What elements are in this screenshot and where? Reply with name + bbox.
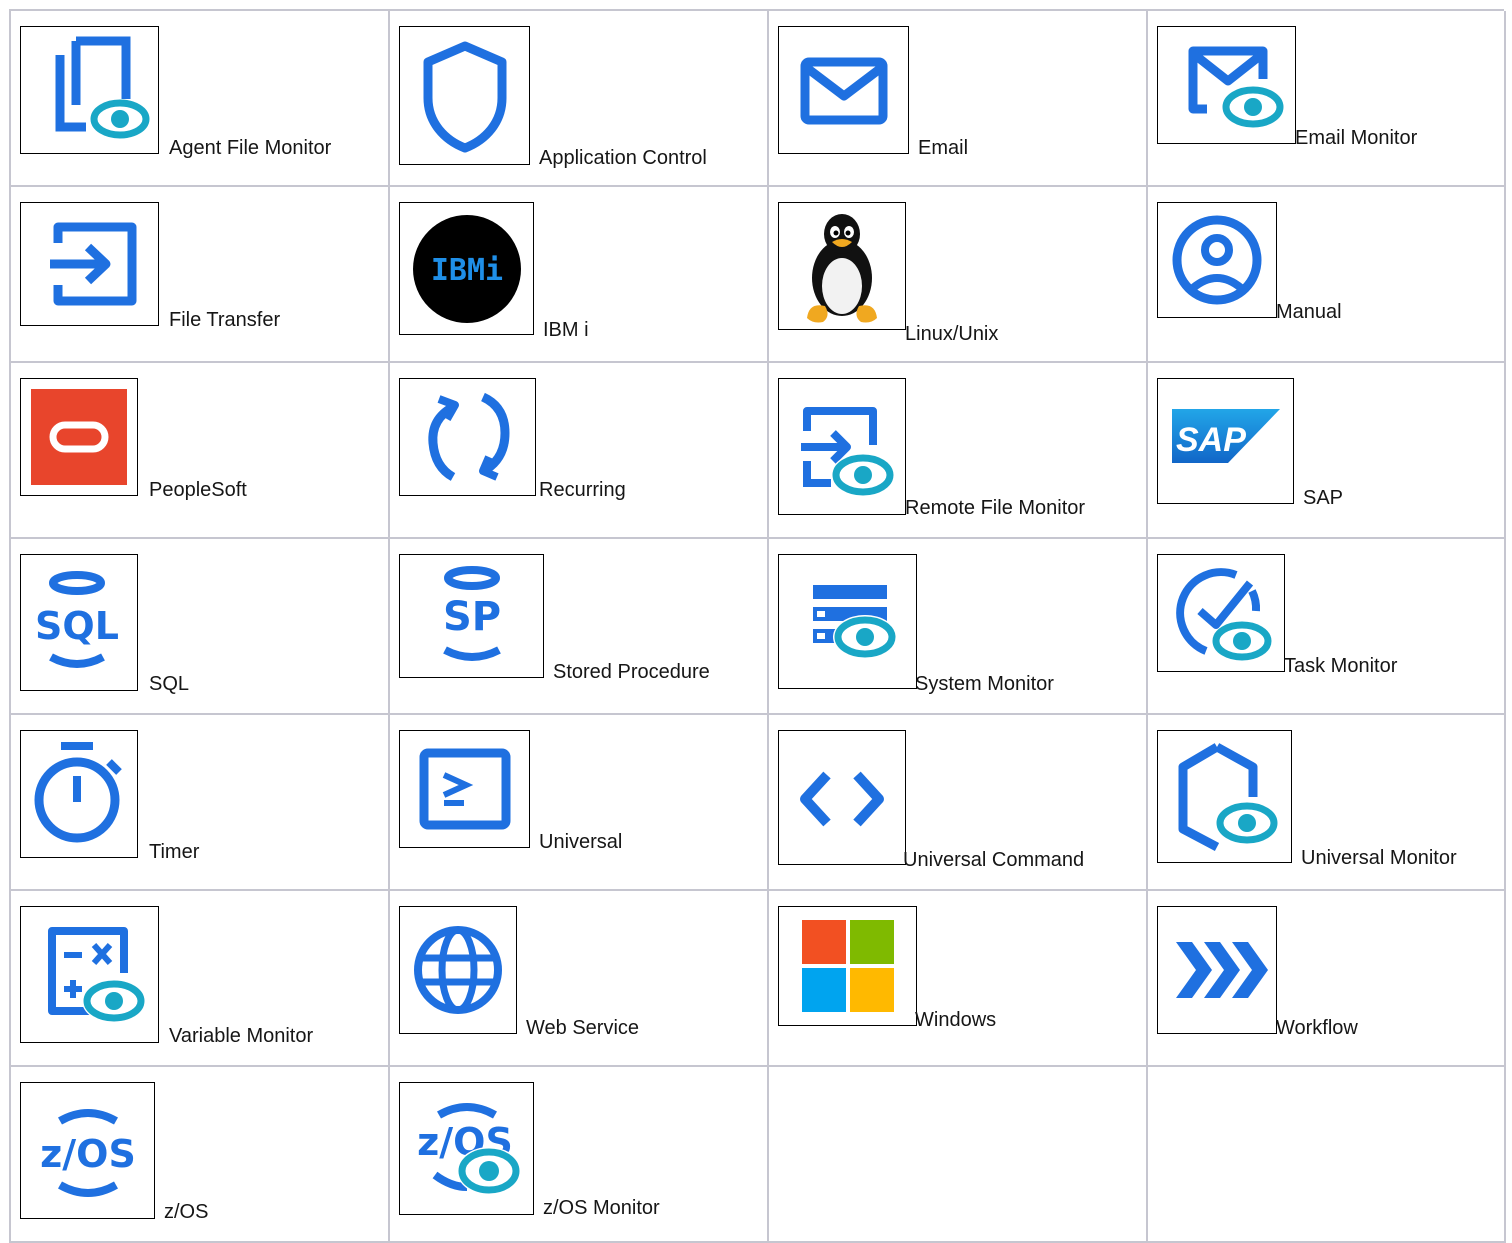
task-label: IBM i (543, 319, 589, 341)
task-cell-system-monitor: System Monitor (769, 539, 1148, 715)
web-service-globe-icon (399, 906, 517, 1034)
task-cell-stored-procedure: SP Stored Procedure (390, 539, 769, 715)
task-type-grid: Agent File Monitor Application Control E… (9, 9, 1506, 1243)
task-monitor-icon (1157, 554, 1285, 672)
task-cell-email: Email (769, 11, 1148, 187)
sap-logo-text: SAP (1176, 421, 1246, 459)
task-cell-universal-command: Universal Command (769, 715, 1148, 891)
task-cell-email-monitor: Email Monitor (1148, 11, 1506, 187)
agent-file-monitor-icon (20, 26, 159, 154)
task-label: Application Control (539, 147, 707, 169)
task-label: Workflow (1276, 1017, 1358, 1039)
universal-terminal-icon (399, 730, 530, 848)
task-cell-windows: Windows (769, 891, 1148, 1067)
task-label: Manual (1276, 301, 1342, 323)
task-cell-task-monitor: Task Monitor (1148, 539, 1506, 715)
email-monitor-icon (1157, 26, 1296, 144)
task-cell-linux-unix: Linux/Unix (769, 187, 1148, 363)
windows-logo-icon (778, 906, 917, 1026)
sap-logo-icon: SAP (1157, 378, 1294, 504)
task-cell-file-transfer: File Transfer (11, 187, 390, 363)
task-cell-universal: Universal (390, 715, 769, 891)
task-label: Web Service (526, 1017, 640, 1039)
task-label: z/OS (164, 1201, 209, 1223)
task-cell-agent-file-monitor: Agent File Monitor (11, 11, 390, 187)
task-label: Task Monitor (1284, 655, 1398, 677)
remote-file-monitor-icon (778, 378, 906, 515)
task-cell-sap: SAP SAP (1148, 363, 1506, 539)
variable-monitor-icon (20, 906, 159, 1043)
task-label: Timer (149, 841, 200, 863)
task-cell-universal-monitor: Universal Monitor (1148, 715, 1506, 891)
universal-monitor-icon (1157, 730, 1292, 863)
task-cell-variable-monitor: Variable Monitor (11, 891, 390, 1067)
ibm-i-icon: IBMi (399, 202, 534, 335)
system-monitor-icon (778, 554, 917, 689)
linux-tux-icon (778, 202, 906, 330)
file-transfer-icon (20, 202, 159, 326)
peoplesoft-oracle-icon (20, 378, 138, 496)
empty-cell (769, 1067, 1148, 1243)
task-cell-recurring: Recurring (390, 363, 769, 539)
task-cell-manual: Manual (1148, 187, 1506, 363)
task-label: Agent File Monitor (169, 137, 332, 159)
task-cell-application-control: Application Control (390, 11, 769, 187)
task-cell-sql: SQL SQL (11, 539, 390, 715)
task-label: PeopleSoft (149, 479, 247, 501)
email-icon (778, 26, 909, 154)
task-cell-timer: Timer (11, 715, 390, 891)
task-label: File Transfer (169, 309, 281, 331)
task-label: z/OS Monitor (543, 1197, 660, 1219)
timer-stopwatch-icon (20, 730, 138, 858)
sql-database-icon: SQL (20, 554, 138, 691)
task-label: Email Monitor (1295, 127, 1418, 149)
task-label: Linux/Unix (905, 323, 999, 345)
task-label: Recurring (539, 479, 626, 501)
zos-text: z/OS (40, 1132, 136, 1176)
task-cell-peoplesoft: PeopleSoft (11, 363, 390, 539)
sql-text: SQL (35, 604, 119, 648)
stored-procedure-icon: SP (399, 554, 544, 678)
task-label: SAP (1303, 487, 1344, 509)
universal-command-code-icon (778, 730, 906, 865)
task-cell-zos-monitor: z/OS z/OS Monitor (390, 1067, 769, 1243)
task-label: Windows (915, 1009, 997, 1031)
manual-user-icon (1157, 202, 1277, 318)
task-label: SQL (149, 673, 190, 695)
application-control-icon (399, 26, 530, 165)
task-cell-ibm-i: IBMi IBM i (390, 187, 769, 363)
task-label: Universal (539, 831, 623, 853)
task-label: Universal Monitor (1301, 847, 1457, 869)
recurring-icon (399, 378, 536, 496)
sp-text: SP (442, 594, 500, 640)
zos-icon: z/OS (20, 1082, 155, 1219)
zos-monitor-icon: z/OS (399, 1082, 534, 1215)
task-cell-remote-file-monitor: Remote File Monitor (769, 363, 1148, 539)
task-label: System Monitor (915, 673, 1054, 695)
task-label: Remote File Monitor (905, 497, 1086, 519)
task-label: Universal Command (903, 849, 1085, 871)
ibm-i-logo-text: IBMi (430, 253, 502, 288)
task-cell-web-service: Web Service (390, 891, 769, 1067)
empty-cell (1148, 1067, 1506, 1243)
task-label: Stored Procedure (553, 661, 710, 683)
task-cell-workflow: Workflow (1148, 891, 1506, 1067)
workflow-chevrons-icon (1157, 906, 1277, 1034)
task-cell-zos: z/OS z/OS (11, 1067, 390, 1243)
task-label: Variable Monitor (169, 1025, 314, 1047)
task-label: Email (918, 137, 969, 159)
